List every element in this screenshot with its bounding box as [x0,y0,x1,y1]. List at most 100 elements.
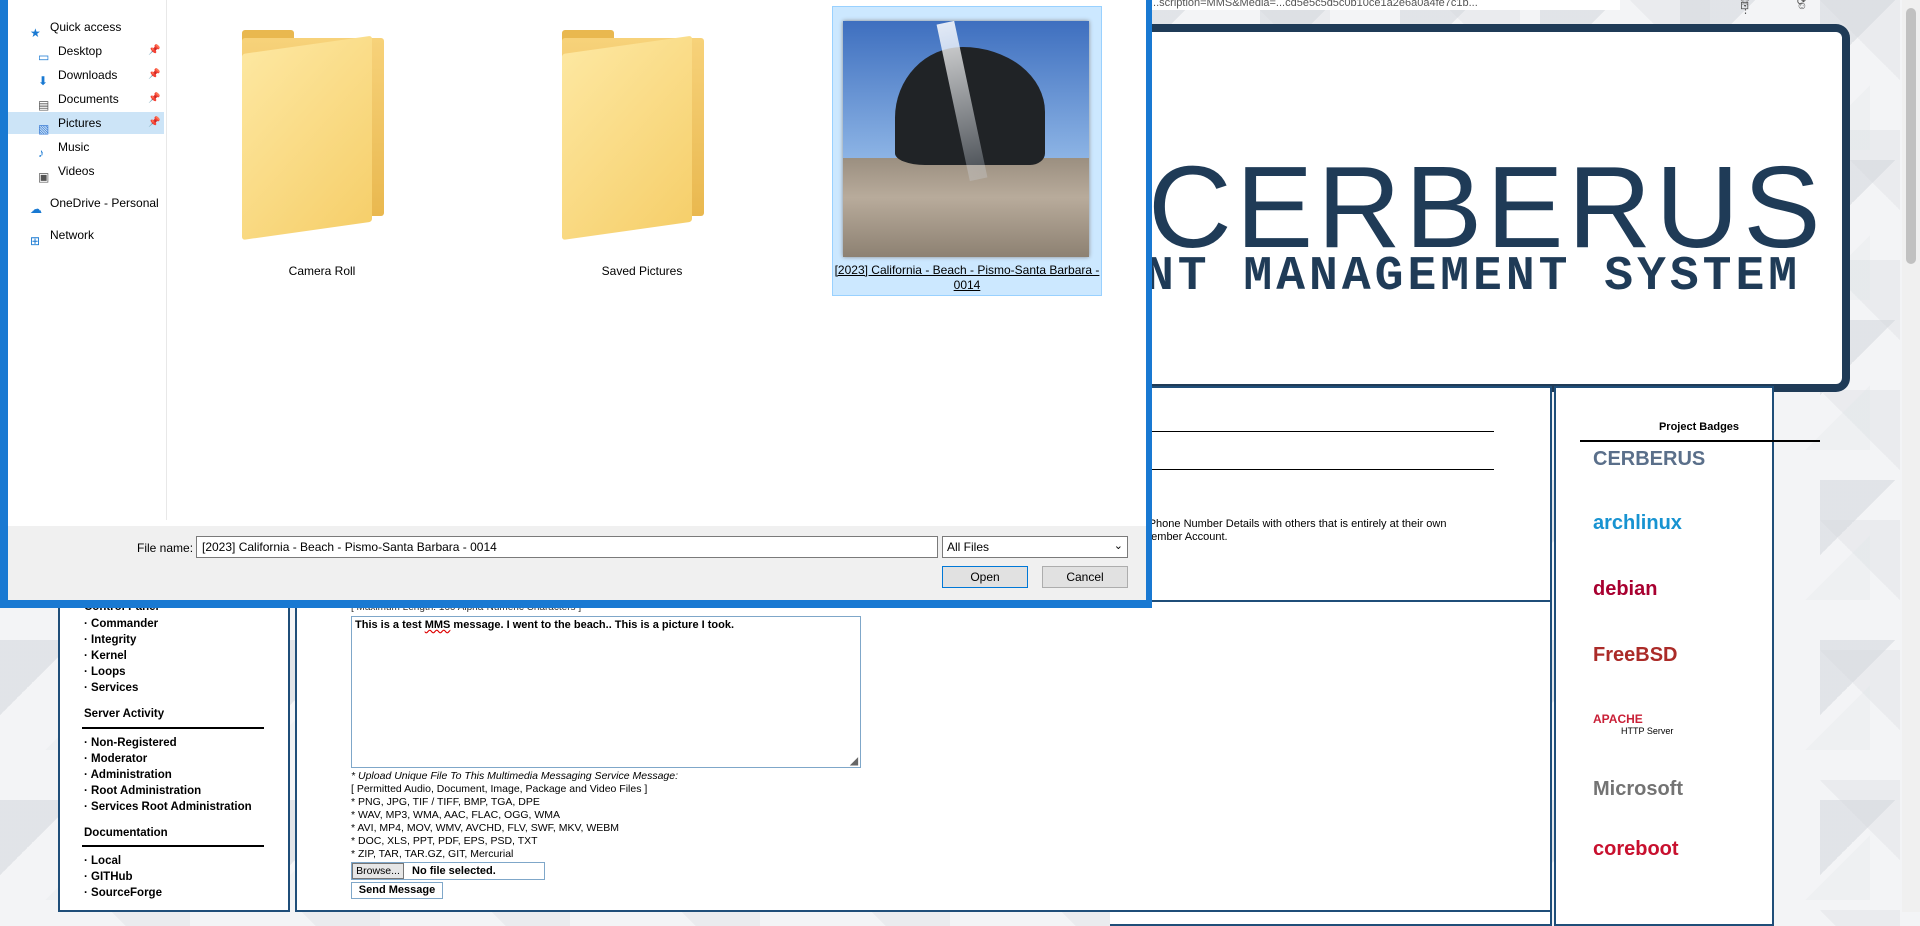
sidebar-link-label: Non-Registered [91,737,177,749]
sidebar-link[interactable]: · Integrity [84,634,136,646]
badge-label: Microsoft [1593,778,1683,800]
upload-heading: * Upload Unique File To This Multimedia … [351,770,679,782]
sidebar-link-label: GITHub [91,871,133,883]
sidebar-link[interactable]: · Loops [84,666,126,678]
sidebar-link[interactable]: · Services Root Administration [84,801,252,813]
file-type-select[interactable]: All Files ⌄ [942,536,1128,558]
selected-file-tile[interactable]: [2023] California - Beach - Pismo-Santa … [832,6,1102,296]
sidebar-heading-documentation-label: Documentation [84,827,168,839]
bullet: · [84,801,92,813]
bullet: · [84,650,92,662]
badge-apache[interactable]: APACHE HTTP Server [1585,712,1715,762]
nav-item-quick-access[interactable]: ★ Quick access [8,16,164,40]
desktop-icon: ▭ [38,49,50,64]
badge-label: APACHE [1593,712,1643,726]
sidebar-link[interactable]: · Kernel [84,650,127,662]
sidebar-link-label: Services Root Administration [91,801,252,813]
sidebar-link[interactable]: · Administration [84,769,172,781]
badge-freebsd[interactable]: FreeBSD [1585,644,1715,694]
sidebar-link-label: SourceForge [91,887,162,899]
sidebar-link[interactable]: · SourceForge [84,887,162,899]
sidebar-link[interactable]: · Root Administration [84,785,201,797]
sidebar-link[interactable]: · Non-Registered [84,737,177,749]
nav-item-label: Desktop [58,44,103,58]
send-message-button[interactable]: Send Message [351,882,443,899]
section-divider [1146,469,1494,470]
nav-item-music[interactable]: ♪ Music [8,136,164,160]
nav-item-network[interactable]: ⊞ Network [8,224,164,248]
file-type-line: * ZIP, TAR, TAR.GZ, GIT, Mercurial [351,848,514,860]
sidebar-link-label: Integrity [91,634,137,646]
bullet: · [84,887,92,899]
pin-icon: 📌 [148,45,161,56]
nav-item-label: Videos [58,164,95,178]
selected-file-label: [2023] California - Beach - Pismo-Santa … [833,263,1101,293]
photo-thumbnail [843,21,1089,257]
open-button[interactable]: Open [942,566,1028,588]
file-name-input[interactable]: [2023] California - Beach - Pismo-Santa … [196,536,938,558]
bullet: · [84,682,92,694]
folder-icon [562,30,704,240]
notice-line: Member Account. [1142,531,1228,543]
download-icon: ⬇ [38,73,49,88]
pictures-icon: ▧ [38,121,50,136]
badge-label: debian [1593,578,1658,600]
sidebar-link-label: Root Administration [91,785,202,797]
cancel-button[interactable]: Cancel [1042,566,1128,588]
bullet: · [84,785,92,797]
nav-item-pictures[interactable]: ▧ Pictures 📌 [8,112,164,136]
bullet: · [84,618,92,630]
sidebar-link-label: Local [91,855,122,867]
section-divider [1146,431,1494,432]
message-textarea[interactable]: This is a test MMS message. I went to th… [351,616,861,768]
sidebar-link[interactable]: · GITHub [84,871,133,883]
sidebar-link-label: Services [91,682,139,694]
nav-item-videos[interactable]: ▣ Videos [8,160,164,184]
browser-toolbar-icons[interactable]: ☆ ⟳ ⊡ ☺ ⋮ [1740,0,1880,16]
scrollbar-thumb[interactable] [1906,8,1916,264]
nav-item-onedrive-personal[interactable]: ☁ OneDrive - Personal [8,192,164,216]
videos-icon: ▣ [38,169,50,184]
nav-item-documents[interactable]: ▤ Documents 📌 [8,88,164,112]
sidebar-link[interactable]: · Moderator [84,753,147,765]
badge-debian[interactable]: debian [1585,578,1715,628]
badge-cerberus[interactable]: CERBERUS [1585,448,1715,498]
sidebar-divider [82,727,264,729]
permitted-types: [ Permitted Audio, Document, Image, Pack… [351,783,648,795]
notice-line: r Phone Number Details with others that … [1142,518,1447,530]
resize-grip-icon[interactable]: ◢ [850,756,858,767]
address-bar[interactable]: ...scription=MMS&Media=...cd5e5c5d5c0b10… [1150,0,1620,10]
pin-icon: 📌 [148,117,161,128]
message-text-misspelled: MMS [424,619,451,631]
badge-microsoft[interactable]: Microsoft [1585,778,1715,828]
nav-item-label: Pictures [58,116,102,130]
nav-item-label: Downloads [58,68,118,82]
dialog-bottom-bar: File name: [2023] California - Beach - P… [8,526,1146,600]
pin-icon: 📌 [148,93,161,104]
dialog-body: ★ Quick access ▭ Desktop 📌 ⬇ Downloads 📌 ▤ Docume… [8,0,1146,600]
browse-button[interactable]: Browse... [352,863,404,879]
upload-info: * Upload Unique File To This Multimedia … [351,770,678,861]
nav-item-label: Quick access [50,20,122,34]
sidebar-link-label: Loops [91,666,126,678]
bullet: · [84,634,92,646]
file-type-value: All Files [947,540,990,554]
nav-item-downloads[interactable]: ⬇ Downloads 📌 [8,64,164,88]
navigation-pane: ★ Quick access ▭ Desktop 📌 ⬇ Downloads 📌 ▤ Docume… [8,0,167,520]
file-type-line: * AVI, MP4, MOV, WMV, AVCHD, FLV, SWF, M… [351,822,620,834]
nav-item-label: Documents [58,92,119,106]
badge-label: coreboot [1593,838,1679,860]
nav-item-label: Network [50,228,95,242]
sidebar-divider [82,845,264,847]
sidebar-link[interactable]: · Services [84,682,138,694]
file-label-line: 0014 [953,278,981,292]
nav-item-desktop[interactable]: ▭ Desktop 📌 [8,40,164,64]
file-label-line: [2023] California - Beach - Pismo-Santa … [834,263,1100,277]
sidebar-link-label: Moderator [91,753,148,765]
pin-icon: 📌 [148,69,161,80]
badge-coreboot[interactable]: coreboot [1585,838,1715,888]
sidebar-link[interactable]: · Local [84,855,121,867]
folder-icon [242,30,384,240]
badge-archlinux[interactable]: archlinux [1585,512,1715,562]
sidebar-link[interactable]: · Commander [84,618,158,630]
